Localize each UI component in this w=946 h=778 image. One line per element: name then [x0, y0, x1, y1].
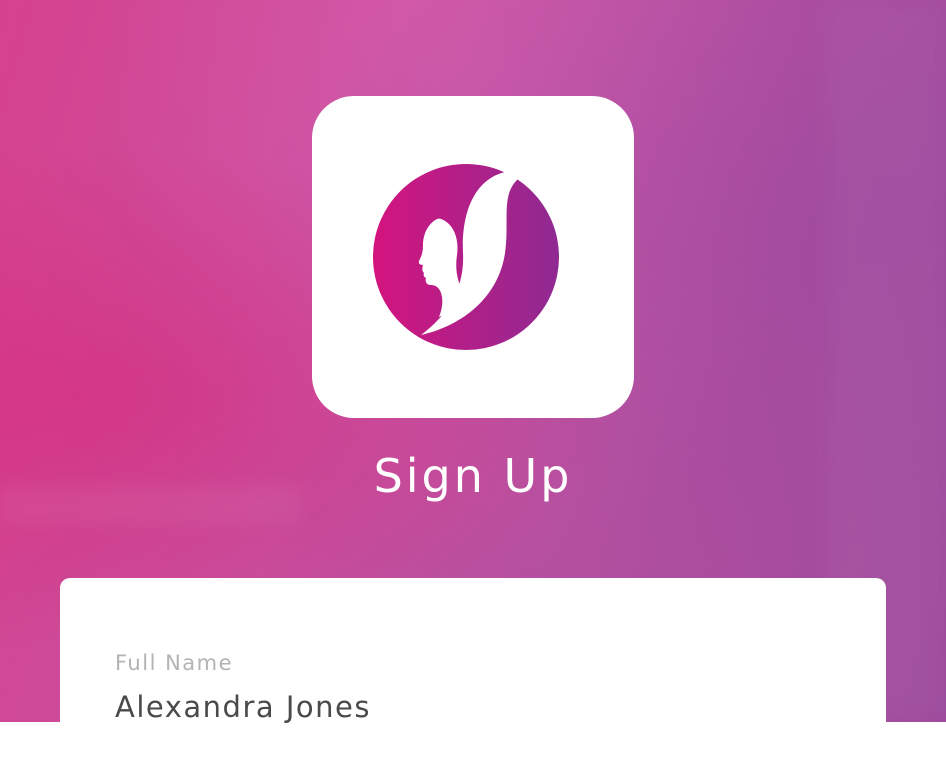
app-logo-tile [312, 96, 634, 418]
full-name-label: Full Name [115, 651, 234, 675]
woman-profile-logo-icon [373, 164, 559, 350]
full-name-input[interactable] [115, 690, 815, 724]
page-title: Sign Up [373, 449, 573, 503]
signup-form-card: Full Name [60, 578, 886, 778]
